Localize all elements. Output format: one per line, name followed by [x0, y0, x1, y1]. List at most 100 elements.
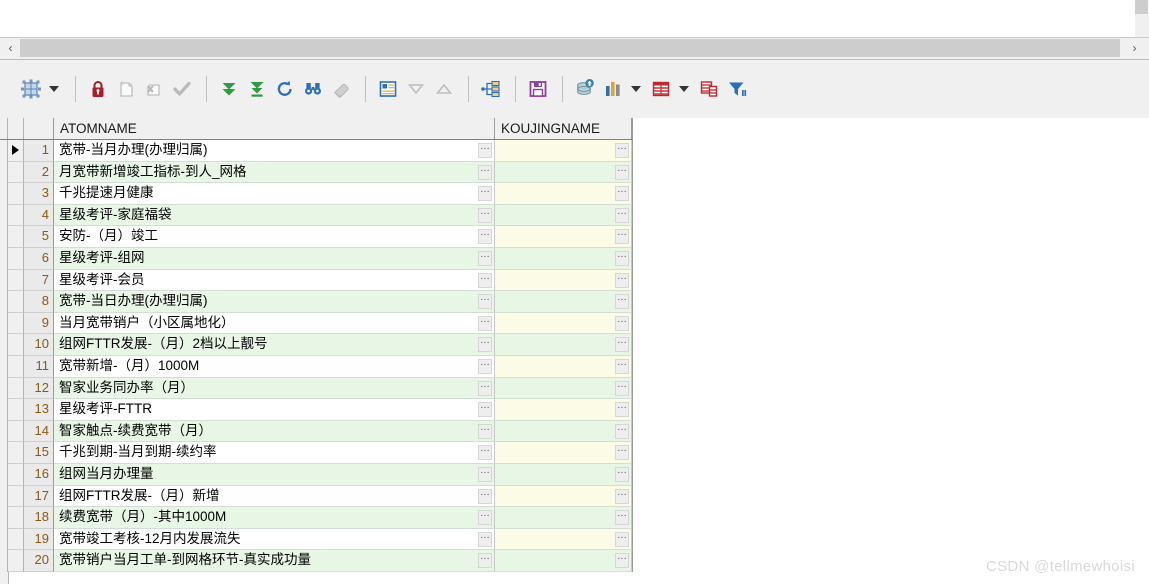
export-data-icon[interactable] [572, 76, 598, 102]
table-row[interactable]: 13 星级考评-FTTR…… [0, 399, 632, 421]
sql-editor-pane[interactable]: select * from temp_new_table; commit; [0, 0, 1149, 38]
column-header-koujingname[interactable]: KOUJINGNAME [495, 118, 632, 139]
cell-atomname[interactable]: 千兆到期-当月到期-续约率… [54, 442, 495, 464]
editor-vertical-scrollbar[interactable] [1135, 0, 1149, 37]
cell-editor-button[interactable]: … [615, 552, 629, 569]
cell-editor-button[interactable]: … [478, 552, 492, 569]
scroll-right-arrow-icon[interactable]: › [1126, 38, 1143, 58]
row-number[interactable]: 5 [24, 226, 54, 248]
row-indicator[interactable] [8, 507, 24, 529]
cell-editor-button[interactable]: … [478, 142, 492, 158]
column-header-atomname[interactable]: ATOMNAME [54, 118, 495, 139]
table-row[interactable]: 16 组网当月办理量…… [0, 463, 632, 486]
row-number[interactable]: 3 [24, 183, 54, 205]
cell-editor-button[interactable]: … [615, 314, 629, 331]
row-indicator[interactable] [8, 334, 24, 356]
row-number[interactable]: 11 [24, 355, 54, 378]
copy-rows-icon[interactable] [696, 76, 722, 102]
cell-koujingname[interactable]: … [495, 269, 632, 292]
result-grid[interactable]: ATOMNAME KOUJINGNAME 1 宽带-当月办理(办理归属)…… 2 月宽… [0, 118, 633, 572]
cell-editor-button[interactable]: … [615, 509, 629, 526]
cell-atomname[interactable]: 组网FTTR发展-（月）新增… [54, 485, 495, 508]
cell-koujingname[interactable]: … [495, 399, 632, 421]
cell-editor-button[interactable]: … [478, 422, 492, 439]
cell-editor-button[interactable]: … [478, 487, 492, 504]
row-indicator[interactable] [8, 355, 24, 378]
editor-horizontal-scrollbar[interactable]: ‹ › [0, 38, 1149, 60]
cell-editor-button[interactable]: … [615, 206, 629, 223]
cell-koujingname[interactable]: … [495, 463, 632, 486]
table-row[interactable]: 10 组网FTTR发展-（月）2档以上靓号…… [0, 334, 632, 356]
cell-editor-button[interactable]: … [478, 293, 492, 310]
row-indicator[interactable] [8, 399, 24, 421]
cell-editor-button[interactable]: … [615, 293, 629, 310]
table-row[interactable]: 14 智家触点-续费宽带（月）…… [0, 420, 632, 443]
table-row[interactable]: 18 续费宽带（月）-其中1000M…… [0, 507, 632, 529]
row-number[interactable]: 15 [24, 442, 54, 464]
row-number[interactable]: 1 [24, 140, 54, 162]
cell-atomname[interactable]: 星级考评-组网… [54, 247, 495, 270]
chart-icon[interactable] [600, 76, 626, 102]
row-indicator[interactable] [8, 377, 24, 400]
sql-editor-text[interactable]: select * from temp_new_table; commit; [4, 0, 259, 37]
cell-editor-button[interactable]: … [478, 163, 492, 180]
cell-atomname[interactable]: 千兆提速月健康… [54, 183, 495, 205]
table-row[interactable]: 2 月宽带新增竣工指标-到人_网格…… [0, 161, 632, 184]
grid-select-dropdown[interactable] [46, 77, 62, 101]
table-row[interactable]: 6 星级考评-组网…… [0, 247, 632, 270]
cell-atomname[interactable]: 组网当月办理量… [54, 463, 495, 486]
row-number[interactable]: 17 [24, 485, 54, 508]
grid-view-dropdown[interactable] [676, 77, 692, 101]
cell-koujingname[interactable]: … [495, 507, 632, 529]
cell-koujingname[interactable]: … [495, 485, 632, 508]
table-row[interactable]: 17 组网FTTR发展-（月）新增…… [0, 485, 632, 508]
cell-atomname[interactable]: 宽带竣工考核-12月内发展流失… [54, 528, 495, 551]
cell-koujingname[interactable]: … [495, 226, 632, 248]
row-indicator[interactable] [8, 183, 24, 205]
row-number[interactable]: 8 [24, 291, 54, 313]
cell-editor-button[interactable]: … [615, 401, 629, 418]
cell-editor-button[interactable]: … [615, 357, 629, 374]
cell-editor-button[interactable]: … [615, 530, 629, 547]
cell-atomname[interactable]: 组网FTTR发展-（月）2档以上靓号… [54, 334, 495, 356]
delete-record-icon[interactable] [141, 76, 167, 102]
row-indicator[interactable] [8, 420, 24, 443]
post-changes-icon[interactable] [169, 76, 195, 102]
cell-editor-button[interactable]: … [478, 185, 492, 202]
cell-koujingname[interactable]: … [495, 377, 632, 400]
fetch-next-page-icon[interactable] [216, 76, 242, 102]
cell-editor-button[interactable]: … [615, 336, 629, 353]
cell-atomname[interactable]: 智家触点-续费宽带（月）… [54, 420, 495, 443]
lock-icon[interactable] [85, 76, 111, 102]
row-number[interactable]: 9 [24, 312, 54, 335]
row-number[interactable]: 12 [24, 377, 54, 400]
row-indicator[interactable] [8, 312, 24, 335]
cell-editor-button[interactable]: … [615, 487, 629, 504]
grid-select-icon[interactable] [18, 76, 44, 102]
cell-editor-button[interactable]: … [478, 444, 492, 461]
cell-atomname[interactable]: 宽带销户当月工单-到网格环节-真实成功量… [54, 550, 495, 572]
cell-atomname[interactable]: 宽带-当日办理(办理归属)… [54, 291, 495, 313]
cell-editor-button[interactable]: … [615, 163, 629, 180]
row-indicator[interactable] [8, 247, 24, 270]
cell-atomname[interactable]: 宽带新增-（月）1000M… [54, 355, 495, 378]
cell-koujingname[interactable]: … [495, 355, 632, 378]
row-number[interactable]: 16 [24, 463, 54, 486]
table-row[interactable]: 1 宽带-当月办理(办理归属)…… [0, 140, 632, 162]
row-number[interactable]: 20 [24, 550, 54, 572]
grid-body[interactable]: 1 宽带-当月办理(办理归属)…… 2 月宽带新增竣工指标-到人_网格…… 3 千兆提速月… [0, 140, 632, 572]
row-number[interactable]: 6 [24, 247, 54, 270]
cell-atomname[interactable]: 智家业务同办率（月）… [54, 377, 495, 400]
editor-vertical-scrollbar-thumb[interactable] [1135, 0, 1148, 14]
cell-editor-button[interactable]: … [615, 271, 629, 288]
clear-filter-icon[interactable] [328, 76, 354, 102]
next-record-icon[interactable] [431, 76, 457, 102]
row-indicator[interactable] [8, 269, 24, 292]
cell-koujingname[interactable]: … [495, 334, 632, 356]
single-record-view-icon[interactable] [375, 76, 401, 102]
row-indicator[interactable] [8, 550, 24, 572]
table-row[interactable]: 3 千兆提速月健康…… [0, 183, 632, 205]
cell-editor-button[interactable]: … [478, 314, 492, 331]
cell-editor-button[interactable]: … [615, 142, 629, 158]
row-indicator[interactable] [8, 528, 24, 551]
